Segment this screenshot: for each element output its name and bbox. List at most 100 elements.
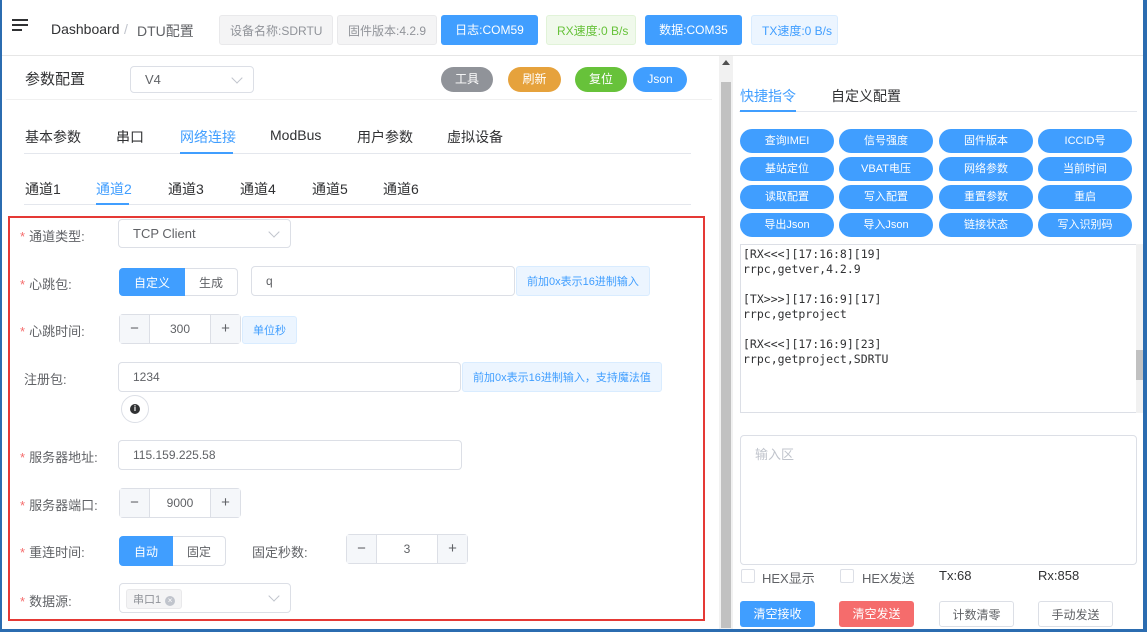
- register-input[interactable]: 1234: [118, 362, 461, 392]
- device-name-tag: 设备名称:SDRTU: [219, 15, 334, 45]
- tab-channel-2[interactable]: 通道2: [96, 179, 132, 199]
- datasource-chip-label: 串口1: [133, 594, 162, 606]
- decrement-button[interactable]: −: [120, 315, 150, 343]
- channel-type-label: * 通道类型:: [20, 229, 85, 244]
- heartbeat-time-stepper[interactable]: − 300 +: [119, 314, 241, 344]
- quick-command-button[interactable]: 信号强度: [839, 129, 933, 153]
- chevron-down-icon: [268, 590, 280, 602]
- manual-send-button[interactable]: 手动发送: [1038, 601, 1113, 627]
- server-port-label: * 服务器端口:: [20, 498, 98, 513]
- hex-display-checkbox[interactable]: [741, 569, 755, 583]
- quick-command-button[interactable]: ICCID号: [1038, 129, 1132, 153]
- tab-channel-1[interactable]: 通道1: [25, 179, 61, 199]
- rx-speed-tag: RX速度:0 B/s: [546, 15, 636, 45]
- server-address-label: * 服务器地址:: [20, 450, 98, 465]
- send-input-area[interactable]: 输入区: [740, 435, 1137, 565]
- firmware-tag: 固件版本:4.2.9: [337, 15, 438, 45]
- datasource-select[interactable]: 串口1 ×: [119, 583, 291, 613]
- register-hint: 前加0x表示16进制输入，支持魔法值: [462, 362, 662, 392]
- server-address-input[interactable]: 115.159.225.58: [118, 440, 462, 470]
- refresh-button[interactable]: 刷新: [508, 67, 561, 92]
- tab-user-params[interactable]: 用户参数: [357, 127, 413, 147]
- tab-virtual-device[interactable]: 虚拟设备: [447, 127, 503, 147]
- quick-command-button[interactable]: 读取配置: [740, 185, 834, 209]
- main-scrollbar-thumb[interactable]: [721, 82, 731, 628]
- quick-command-button[interactable]: 基站定位: [740, 157, 834, 181]
- tab-quick-commands[interactable]: 快捷指令: [740, 86, 796, 106]
- channel-type-select[interactable]: TCP Client: [118, 219, 291, 248]
- scroll-up-icon[interactable]: [722, 60, 730, 65]
- reconnect-auto-button[interactable]: 自动: [119, 536, 174, 566]
- increment-button[interactable]: +: [210, 315, 240, 343]
- breadcrumb-current: DTU配置: [137, 23, 194, 39]
- heartbeat-generate-button[interactable]: 生成: [185, 268, 239, 296]
- clear-send-button[interactable]: 清空发送: [839, 601, 914, 627]
- quick-command-button[interactable]: 固件版本: [939, 129, 1033, 153]
- reconnect-fixed-button[interactable]: 固定: [173, 536, 227, 566]
- breadcrumb-dashboard[interactable]: Dashboard: [51, 21, 120, 37]
- server-port-value[interactable]: 9000: [150, 489, 210, 517]
- clear-receive-button[interactable]: 清空接收: [740, 601, 815, 627]
- quick-command-button[interactable]: 查询IMEI: [740, 129, 834, 153]
- hex-send-label: HEX发送: [862, 571, 915, 586]
- fixed-seconds-stepper[interactable]: − 3 +: [346, 534, 468, 564]
- tab-channel-3[interactable]: 通道3: [168, 179, 204, 199]
- window-border-right: [1143, 0, 1147, 632]
- reconnect-mode-group: 自动 固定: [119, 536, 227, 566]
- quick-command-button[interactable]: 链接状态: [939, 213, 1033, 237]
- tab-channel-4[interactable]: 通道4: [240, 179, 276, 199]
- server-port-stepper[interactable]: − 9000 +: [119, 488, 241, 518]
- quick-command-button[interactable]: 当前时间: [1038, 157, 1132, 181]
- quick-command-button[interactable]: 重置参数: [939, 185, 1033, 209]
- fixed-seconds-value[interactable]: 3: [377, 535, 437, 563]
- window-border-left: [0, 0, 2, 632]
- reset-count-button[interactable]: 计数清零: [939, 601, 1014, 627]
- tab-basic[interactable]: 基本参数: [25, 127, 81, 147]
- decrement-button[interactable]: −: [347, 535, 377, 563]
- increment-button[interactable]: +: [437, 535, 467, 563]
- register-value: 1234: [133, 370, 160, 384]
- log-scrollbar[interactable]: [1136, 244, 1143, 413]
- quick-command-button[interactable]: 导出Json: [740, 213, 834, 237]
- heartbeat-input[interactable]: q: [251, 266, 515, 296]
- tab-channel-6[interactable]: 通道6: [383, 179, 419, 199]
- active-channel-underline: [96, 203, 129, 205]
- increment-button[interactable]: +: [210, 489, 240, 517]
- hex-send-checkbox[interactable]: [840, 569, 854, 583]
- tab-serial[interactable]: 串口: [116, 127, 144, 147]
- heartbeat-label: * 心跳包:: [20, 277, 72, 292]
- datasource-chip: 串口1 ×: [126, 589, 183, 609]
- tab-custom-config[interactable]: 自定义配置: [831, 86, 901, 106]
- heartbeat-mode-group: 自定义 生成: [119, 268, 239, 296]
- log-scrollbar-thumb[interactable]: [1136, 350, 1143, 380]
- quick-command-button[interactable]: 导入Json: [839, 213, 933, 237]
- version-value: V4: [145, 72, 161, 87]
- reconnect-label: * 重连时间:: [20, 545, 85, 560]
- channel-type-value: TCP Client: [133, 226, 196, 241]
- version-select[interactable]: V4: [130, 66, 254, 93]
- info-button[interactable]: i: [121, 395, 149, 423]
- tools-button[interactable]: 工具: [441, 67, 493, 92]
- chevron-down-icon: [268, 225, 280, 238]
- tab-modbus[interactable]: ModBus: [270, 127, 321, 143]
- log-port-tag[interactable]: 日志:COM59: [441, 15, 538, 45]
- quick-command-button[interactable]: 写入识别码: [1038, 213, 1132, 237]
- quick-command-button[interactable]: 写入配置: [839, 185, 933, 209]
- data-port-tag[interactable]: 数据:COM35: [645, 15, 742, 45]
- rx-count: Rx:858: [1038, 568, 1080, 583]
- heartbeat-custom-button[interactable]: 自定义: [119, 268, 186, 296]
- reset-button[interactable]: 复位: [575, 67, 627, 92]
- tab-network[interactable]: 网络连接: [180, 127, 236, 147]
- quick-command-button[interactable]: 网络参数: [939, 157, 1033, 181]
- breadcrumb-separator: /: [124, 21, 128, 37]
- heartbeat-time-value[interactable]: 300: [150, 315, 210, 343]
- quick-command-button[interactable]: VBAT电压: [839, 157, 933, 181]
- quick-command-button[interactable]: 重启: [1038, 185, 1132, 209]
- json-button[interactable]: Json: [633, 67, 687, 92]
- menu-toggle-icon[interactable]: [12, 19, 28, 35]
- decrement-button[interactable]: −: [120, 489, 150, 517]
- serial-log: [RX<<<][17:16:8][19] rrpc,getver,4.2.9 […: [740, 244, 1137, 413]
- tab-channel-5[interactable]: 通道5: [312, 179, 348, 199]
- close-icon[interactable]: ×: [165, 596, 176, 606]
- heartbeat-time-unit: 单位秒: [242, 316, 297, 344]
